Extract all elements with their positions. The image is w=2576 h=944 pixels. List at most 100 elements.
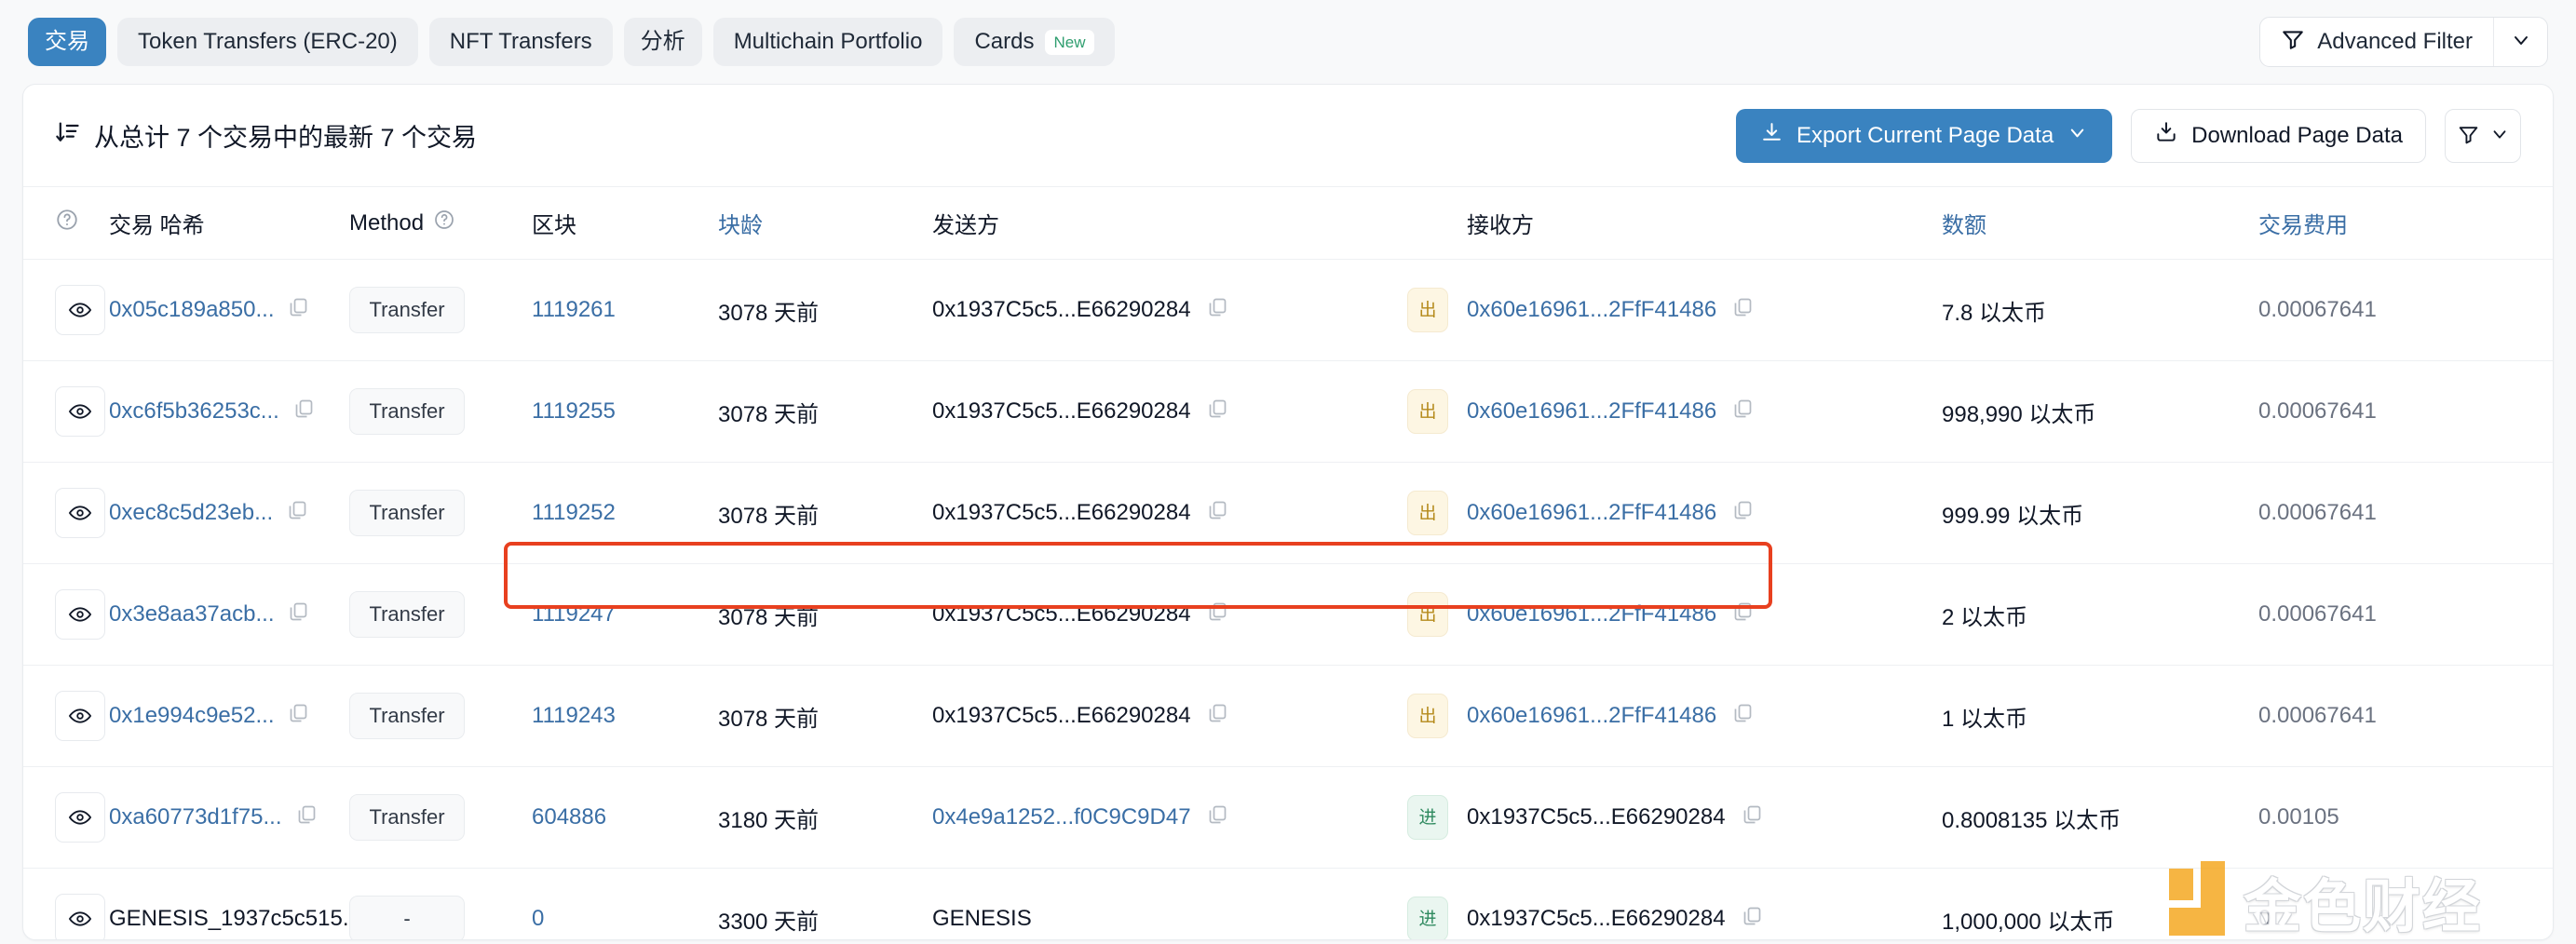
advanced-filter-caret-button[interactable] bbox=[2493, 18, 2547, 66]
copy-icon[interactable] bbox=[287, 296, 309, 325]
block-number[interactable]: 1119255 bbox=[532, 398, 616, 424]
eye-icon[interactable] bbox=[55, 792, 105, 843]
row-to-cell: 0x60e16961...2FfF41486 bbox=[1467, 463, 1942, 564]
table-row[interactable]: 0x3e8aa37acb... Transfer 1119247 3078 天前… bbox=[23, 564, 2553, 666]
block-number[interactable]: 604886 bbox=[532, 804, 606, 829]
copy-icon[interactable] bbox=[295, 803, 318, 832]
advanced-filter-button[interactable]: Advanced Filter bbox=[2260, 18, 2493, 66]
copy-icon[interactable] bbox=[287, 600, 309, 629]
chevron-down-icon bbox=[2510, 29, 2532, 56]
table-row[interactable]: GENESIS_1937c5c515... - 0 3300 天前 GENESI… bbox=[23, 869, 2553, 941]
row-block-cell: 1119252 bbox=[532, 463, 718, 564]
tab-token-transfers[interactable]: Token Transfers (ERC-20) bbox=[117, 18, 418, 66]
copy-icon[interactable] bbox=[1741, 905, 1763, 934]
eye-icon[interactable] bbox=[55, 589, 105, 640]
tab-transactions[interactable]: 交易 bbox=[28, 18, 106, 66]
row-block-cell: 1119255 bbox=[532, 361, 718, 463]
column-header-value[interactable]: 数额 bbox=[1942, 187, 2258, 260]
table-header-row: 交易 哈希 Method bbox=[23, 187, 2553, 260]
copy-icon[interactable] bbox=[1741, 803, 1763, 832]
download-page-data-button[interactable]: Download Page Data bbox=[2131, 109, 2426, 163]
column-header-preview bbox=[23, 187, 109, 260]
from-address[interactable]: 0x4e9a1252...f0C9C9D47 bbox=[932, 804, 1191, 830]
chevron-down-icon bbox=[2067, 122, 2088, 150]
row-value-cell: 7.8 以太币 bbox=[1942, 260, 2258, 361]
copy-icon[interactable] bbox=[286, 499, 308, 528]
column-label: 交易费用 bbox=[2258, 213, 2348, 238]
from-address: 0x1937C5c5...E66290284 bbox=[932, 500, 1191, 526]
transaction-hash[interactable]: 0xa60773d1f75... bbox=[109, 804, 282, 830]
row-to-cell: 0x60e16961...2FfF41486 bbox=[1467, 564, 1942, 666]
transaction-hash: GENESIS_1937c5c515... bbox=[109, 906, 361, 932]
tab-multichain-portfolio[interactable]: Multichain Portfolio bbox=[713, 18, 943, 66]
to-address[interactable]: 0x60e16961...2FfF41486 bbox=[1467, 297, 1716, 323]
copy-icon[interactable] bbox=[1731, 499, 1754, 528]
block-number[interactable]: 1119243 bbox=[532, 703, 616, 728]
row-block-cell: 604886 bbox=[532, 767, 718, 869]
table-row[interactable]: 0x05c189a850... Transfer 1119261 3078 天前… bbox=[23, 260, 2553, 361]
copy-icon[interactable] bbox=[1731, 398, 1754, 426]
to-address[interactable]: 0x60e16961...2FfF41486 bbox=[1467, 398, 1716, 425]
transaction-hash[interactable]: 0xec8c5d23eb... bbox=[109, 500, 273, 526]
eye-icon[interactable] bbox=[55, 386, 105, 437]
row-age-cell: 3300 天前 bbox=[718, 869, 932, 941]
eye-icon[interactable] bbox=[55, 894, 105, 940]
copy-icon[interactable] bbox=[1731, 296, 1754, 325]
block-number[interactable]: 0 bbox=[532, 906, 544, 931]
block-number[interactable]: 1119252 bbox=[532, 500, 616, 525]
row-age-cell: 3078 天前 bbox=[718, 463, 932, 564]
direction-badge: 出 bbox=[1407, 592, 1448, 637]
copy-icon[interactable] bbox=[1206, 296, 1228, 325]
block-number[interactable]: 1119261 bbox=[532, 297, 616, 322]
copy-icon[interactable] bbox=[292, 398, 315, 426]
block-number[interactable]: 1119247 bbox=[532, 601, 616, 627]
copy-icon[interactable] bbox=[1206, 803, 1228, 832]
method-badge: Transfer bbox=[349, 287, 465, 333]
column-header-direction bbox=[1407, 187, 1467, 260]
table-row[interactable]: 0xc6f5b36253c... Transfer 1119255 3078 天… bbox=[23, 361, 2553, 463]
tab-label: Cards bbox=[974, 31, 1034, 53]
to-address[interactable]: 0x60e16961...2FfF41486 bbox=[1467, 703, 1716, 729]
row-fee-cell: 0.00067641 bbox=[2258, 666, 2553, 767]
funnel-icon bbox=[2281, 27, 2305, 58]
eye-icon[interactable] bbox=[55, 691, 105, 741]
help-circle-icon[interactable] bbox=[433, 209, 455, 237]
to-address[interactable]: 0x60e16961...2FfF41486 bbox=[1467, 500, 1716, 526]
copy-icon[interactable] bbox=[1206, 702, 1228, 731]
table-row[interactable]: 0xec8c5d23eb... Transfer 1119252 3078 天前… bbox=[23, 463, 2553, 564]
transaction-hash[interactable]: 0xc6f5b36253c... bbox=[109, 398, 279, 425]
copy-icon[interactable] bbox=[287, 702, 309, 731]
eye-icon[interactable] bbox=[55, 488, 105, 538]
eye-icon[interactable] bbox=[55, 285, 105, 335]
transaction-hash[interactable]: 0x05c189a850... bbox=[109, 297, 274, 323]
copy-icon[interactable] bbox=[1731, 702, 1754, 731]
copy-icon[interactable] bbox=[1206, 600, 1228, 629]
transaction-hash[interactable]: 0x1e994c9e52... bbox=[109, 703, 274, 729]
row-age-cell: 3180 天前 bbox=[718, 767, 932, 869]
export-current-page-data-button[interactable]: Export Current Page Data bbox=[1736, 109, 2112, 163]
row-from-cell: 0x4e9a1252...f0C9C9D47 bbox=[932, 767, 1407, 869]
column-header-age[interactable]: 块龄 bbox=[718, 187, 932, 260]
column-header-hash: 交易 哈希 bbox=[109, 187, 349, 260]
row-to-cell: 0x60e16961...2FfF41486 bbox=[1467, 361, 1942, 463]
help-circle-icon[interactable] bbox=[55, 212, 79, 237]
row-to-cell: 0x1937C5c5...E66290284 bbox=[1467, 869, 1942, 941]
tab-nft-transfers[interactable]: NFT Transfers bbox=[429, 18, 613, 66]
transaction-hash[interactable]: 0x3e8aa37acb... bbox=[109, 601, 274, 627]
tab-cards[interactable]: Cards New bbox=[954, 18, 1114, 66]
download-label: Download Page Data bbox=[2191, 123, 2403, 149]
copy-icon[interactable] bbox=[1206, 398, 1228, 426]
direction-badge: 出 bbox=[1407, 288, 1448, 332]
column-header-fee[interactable]: 交易费用 bbox=[2258, 187, 2553, 260]
row-value-cell: 1 以太币 bbox=[1942, 666, 2258, 767]
chevron-down-icon bbox=[2489, 124, 2510, 147]
table-row[interactable]: 0xa60773d1f75... Transfer 604886 3180 天前… bbox=[23, 767, 2553, 869]
copy-icon[interactable] bbox=[1206, 499, 1228, 528]
tab-analytics[interactable]: 分析 bbox=[624, 18, 702, 66]
filter-button[interactable] bbox=[2445, 109, 2521, 163]
copy-icon[interactable] bbox=[1731, 600, 1754, 629]
to-address[interactable]: 0x60e16961...2FfF41486 bbox=[1467, 601, 1716, 627]
transaction-value: 2 以太币 bbox=[1942, 605, 2027, 630]
table-row[interactable]: 0x1e994c9e52... Transfer 1119243 3078 天前… bbox=[23, 666, 2553, 767]
row-to-cell: 0x60e16961...2FfF41486 bbox=[1467, 666, 1942, 767]
